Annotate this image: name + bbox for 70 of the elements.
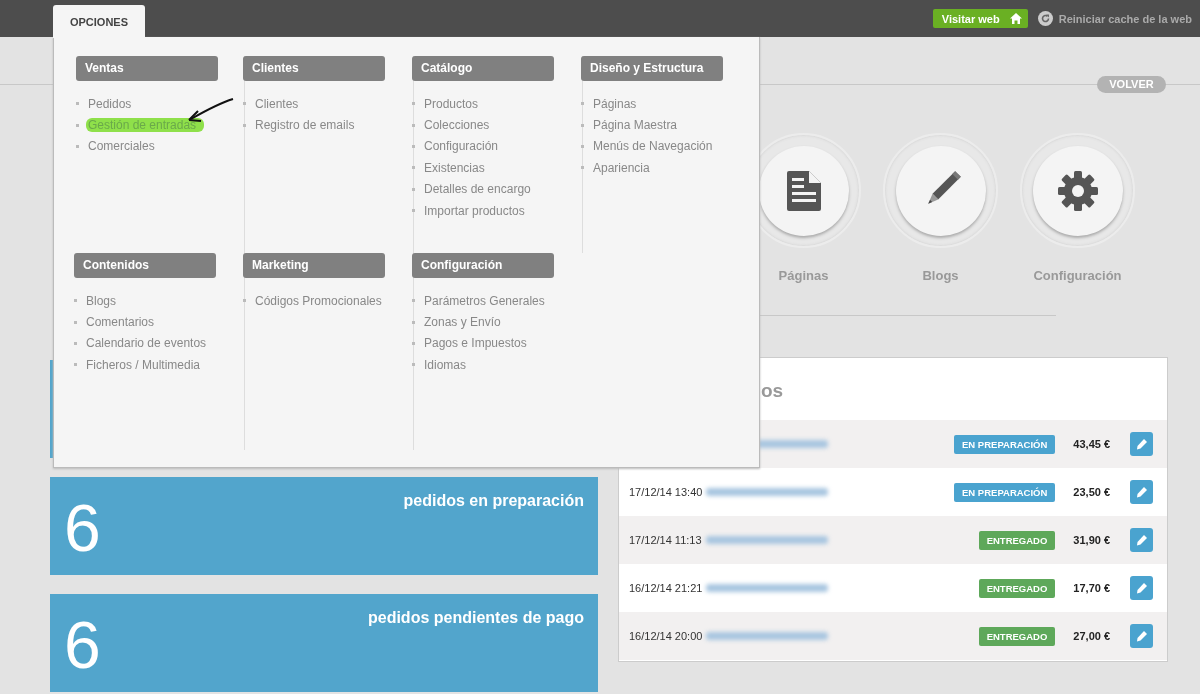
panel-title: os	[761, 380, 784, 401]
menu-item[interactable]: Página Maestra	[593, 118, 678, 133]
menu-item[interactable]: Pedidos	[88, 96, 132, 111]
edit-button[interactable]	[1129, 480, 1153, 504]
menu-section-header: Catálogo	[412, 56, 554, 81]
visit-site-button[interactable]: Visitar web	[932, 9, 1028, 28]
menu-item[interactable]: Existencias	[424, 160, 485, 175]
menu-item[interactable]: Códigos Promocionales	[255, 293, 382, 308]
menu-item[interactable]: Páginas	[593, 96, 637, 111]
pencil-icon	[1135, 438, 1147, 450]
menu-item[interactable]: Ficheros / Multimedia	[86, 357, 201, 372]
stat-label: pedidos en preparación	[403, 491, 584, 511]
menu-item[interactable]: Configuración	[424, 139, 499, 154]
menu-item[interactable]: Apariencia	[593, 160, 650, 175]
menu-item[interactable]: Comentarios	[86, 315, 155, 330]
edit-button[interactable]	[1129, 624, 1153, 648]
menu-item[interactable]: Colecciones	[424, 118, 490, 133]
order-date: 17/12/14 11:13	[629, 534, 702, 546]
menu-section-header: Configuración	[412, 253, 554, 278]
order-total: 23,50 €	[1073, 486, 1112, 498]
edit-button[interactable]	[1129, 528, 1153, 552]
shortcut-label[interactable]: Blogs	[922, 268, 959, 283]
menu-item[interactable]: Comerciales	[88, 139, 155, 154]
pencil-icon	[1135, 534, 1147, 546]
order-total: 27,00 €	[1073, 630, 1112, 642]
menu-item[interactable]: Clientes	[255, 96, 299, 111]
status-badge: ENTREGADO	[978, 626, 1056, 646]
stat-value: 6	[64, 607, 101, 684]
pencil-icon	[1135, 582, 1147, 594]
status-badge: ENTREGADO	[978, 578, 1056, 598]
menu-section-header: Clientes	[243, 56, 385, 81]
status-badge: EN PREPARACIÓN	[954, 434, 1056, 454]
menu-item[interactable]: Registro de emails	[255, 118, 355, 133]
status-badge: ENTREGADO	[978, 530, 1056, 550]
status-badge: EN PREPARACIÓN	[954, 482, 1056, 502]
pencil-icon	[1135, 486, 1147, 498]
document-icon	[786, 170, 821, 211]
menu-item[interactable]: Parámetros Generales	[424, 293, 545, 308]
edit-button[interactable]	[1129, 432, 1153, 456]
menu-section-header: Ventas	[76, 56, 218, 81]
refresh-icon[interactable]	[1037, 11, 1053, 26]
order-total: 43,45 €	[1073, 438, 1112, 450]
menu-section-header: Diseño y Estructura	[581, 56, 723, 81]
menu-item[interactable]: Menús de Navegación	[593, 139, 713, 154]
stat-label: pedidos pendientes de pago	[367, 608, 584, 628]
menu-item[interactable]: Productos	[424, 96, 479, 111]
options-tab[interactable]: OPCIONES	[53, 5, 145, 38]
pencil-icon	[1135, 630, 1147, 642]
shortcut-label[interactable]: Páginas	[778, 268, 829, 283]
menu-item[interactable]: Blogs	[86, 293, 117, 308]
stat-value: 6	[64, 490, 101, 567]
edit-button[interactable]	[1129, 576, 1153, 600]
order-date: 17/12/14 13:40	[629, 486, 703, 498]
menu-item[interactable]: Idiomas	[424, 357, 467, 372]
shortcut-label[interactable]: Configuración	[1033, 268, 1122, 283]
order-date: 16/12/14 21:21	[629, 582, 703, 594]
home-icon	[1009, 13, 1022, 24]
menu-item[interactable]: Zonas y Envío	[424, 315, 501, 330]
reset-cache-link[interactable]: Reiniciar cache de la web	[1058, 12, 1192, 25]
menu-item[interactable]: Calendario de eventos	[86, 336, 207, 351]
menu-section-header: Marketing	[243, 253, 385, 278]
gear-icon	[1056, 169, 1099, 212]
order-total: 31,90 €	[1073, 534, 1112, 546]
menu-item[interactable]: Detalles de encargo	[424, 182, 531, 197]
order-date: 16/12/14 20:00	[629, 630, 703, 642]
order-total: 17,70 €	[1073, 582, 1112, 594]
menu-section-header: Contenidos	[74, 253, 216, 278]
menu-item[interactable]: Importar productos	[424, 203, 525, 218]
menu-item[interactable]: Pagos e Impuestos	[424, 336, 527, 351]
back-button[interactable]: VOLVER	[1097, 75, 1166, 93]
